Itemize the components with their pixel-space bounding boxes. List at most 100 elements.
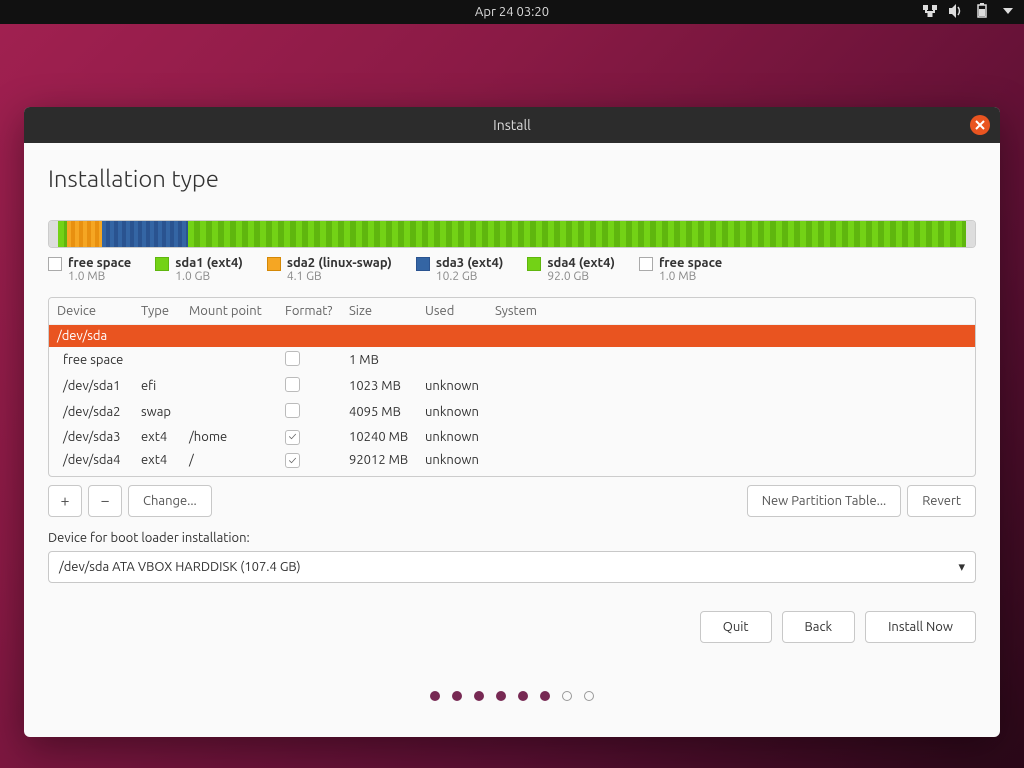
cell-system bbox=[487, 425, 975, 449]
legend-item: sda2 (linux-swap)4.1 GB bbox=[267, 256, 392, 283]
remove-partition-button[interactable]: − bbox=[88, 485, 122, 517]
legend-item: sda4 (ext4)92.0 GB bbox=[527, 256, 615, 283]
progress-dot bbox=[584, 691, 594, 701]
cell-mount bbox=[181, 472, 277, 476]
title-bar[interactable]: Install bbox=[24, 107, 1000, 143]
cell-used: unknown bbox=[417, 425, 487, 449]
progress-dot bbox=[518, 691, 528, 701]
cell-system bbox=[487, 373, 975, 399]
cell-format bbox=[277, 399, 341, 425]
cell-type bbox=[133, 325, 181, 348]
back-button[interactable]: Back bbox=[782, 611, 856, 643]
page-heading: Installation type bbox=[48, 165, 976, 192]
progress-dot bbox=[562, 691, 572, 701]
revert-button[interactable]: Revert bbox=[907, 485, 976, 517]
col-system[interactable]: System bbox=[487, 298, 975, 325]
cell-mount bbox=[181, 399, 277, 425]
legend-swatch bbox=[639, 257, 653, 271]
col-format[interactable]: Format? bbox=[277, 298, 341, 325]
format-checkbox[interactable] bbox=[285, 351, 300, 366]
col-used[interactable]: Used bbox=[417, 298, 487, 325]
progress-dot bbox=[496, 691, 506, 701]
progress-dot bbox=[452, 691, 462, 701]
partition-row[interactable]: free space 1 MB bbox=[49, 472, 975, 476]
partition-segment[interactable] bbox=[67, 221, 102, 247]
battery-icon[interactable] bbox=[974, 3, 990, 22]
format-checkbox[interactable] bbox=[285, 430, 300, 445]
legend-swatch bbox=[155, 257, 169, 271]
partition-row[interactable]: /dev/sda2 swap 4095 MB unknown bbox=[49, 399, 975, 425]
cell-system bbox=[487, 472, 975, 476]
progress-dots bbox=[48, 691, 976, 719]
col-size[interactable]: Size bbox=[341, 298, 417, 325]
quit-button[interactable]: Quit bbox=[700, 611, 772, 643]
cell-size: 1023 MB bbox=[341, 373, 417, 399]
cell-used bbox=[417, 325, 487, 348]
cell-used: unknown bbox=[417, 449, 487, 473]
network-icon[interactable] bbox=[922, 3, 938, 22]
col-device[interactable]: Device bbox=[49, 298, 133, 325]
format-checkbox[interactable] bbox=[285, 453, 300, 468]
cell-device: /dev/sda2 bbox=[49, 399, 133, 425]
cell-type: ext4 bbox=[133, 425, 181, 449]
cell-device: free space bbox=[49, 472, 133, 476]
chevron-down-icon[interactable] bbox=[1000, 3, 1016, 22]
format-checkbox[interactable] bbox=[285, 377, 300, 392]
cell-format bbox=[277, 373, 341, 399]
progress-dot bbox=[474, 691, 484, 701]
partition-segment[interactable] bbox=[966, 221, 975, 247]
cell-type bbox=[133, 472, 181, 476]
partition-table: Device Type Mount point Format? Size Use… bbox=[48, 297, 976, 477]
window-title: Install bbox=[493, 117, 531, 133]
legend-text: sda1 (ext4)1.0 GB bbox=[175, 256, 243, 283]
partition-bar[interactable] bbox=[48, 220, 976, 248]
cell-device: /dev/sda4 bbox=[49, 449, 133, 473]
cell-size: 1 MB bbox=[341, 347, 417, 373]
new-partition-table-button[interactable]: New Partition Table... bbox=[747, 485, 902, 517]
cell-used bbox=[417, 347, 487, 373]
install-button[interactable]: Install Now bbox=[865, 611, 976, 643]
system-tray bbox=[922, 0, 1016, 24]
legend-text: sda2 (linux-swap)4.1 GB bbox=[287, 256, 392, 283]
cell-type: efi bbox=[133, 373, 181, 399]
cell-mount: /home bbox=[181, 425, 277, 449]
partition-segment[interactable] bbox=[188, 221, 966, 247]
partition-row[interactable]: /dev/sda bbox=[49, 325, 975, 348]
cell-used bbox=[417, 472, 487, 476]
legend-swatch bbox=[48, 257, 62, 271]
cell-system bbox=[487, 449, 975, 473]
col-mount[interactable]: Mount point bbox=[181, 298, 277, 325]
legend-text: sda3 (ext4)10.2 GB bbox=[436, 256, 504, 283]
cell-format bbox=[277, 347, 341, 373]
add-partition-button[interactable]: + bbox=[48, 485, 82, 517]
progress-dot bbox=[430, 691, 440, 701]
cell-size: 4095 MB bbox=[341, 399, 417, 425]
window-content: Installation type free space1.0 MB sda1 … bbox=[24, 143, 1000, 737]
partition-toolbar: + − Change... New Partition Table... Rev… bbox=[48, 485, 976, 517]
legend-item: free space1.0 MB bbox=[639, 256, 722, 283]
partition-row[interactable]: /dev/sda3 ext4 /home 10240 MB unknown bbox=[49, 425, 975, 449]
legend-item: sda1 (ext4)1.0 GB bbox=[155, 256, 243, 283]
partition-segment[interactable] bbox=[58, 221, 67, 247]
partition-row[interactable]: /dev/sda1 efi 1023 MB unknown bbox=[49, 373, 975, 399]
partition-segment[interactable] bbox=[49, 221, 58, 247]
close-button[interactable] bbox=[970, 115, 990, 135]
cell-format bbox=[277, 472, 341, 476]
cell-mount bbox=[181, 347, 277, 373]
bootloader-device-dropdown[interactable]: /dev/sda ATA VBOX HARDDISK (107.4 GB) ▾ bbox=[48, 551, 976, 583]
col-type[interactable]: Type bbox=[133, 298, 181, 325]
cell-mount bbox=[181, 325, 277, 348]
legend-swatch bbox=[416, 257, 430, 271]
format-checkbox[interactable] bbox=[285, 403, 300, 418]
volume-icon[interactable] bbox=[948, 3, 964, 22]
partition-row[interactable]: free space 1 MB bbox=[49, 347, 975, 373]
cell-system bbox=[487, 399, 975, 425]
cell-size: 10240 MB bbox=[341, 425, 417, 449]
change-partition-button[interactable]: Change... bbox=[128, 485, 212, 517]
cell-type: swap bbox=[133, 399, 181, 425]
partition-segment[interactable] bbox=[102, 221, 189, 247]
partition-row[interactable]: /dev/sda4 ext4 / 92012 MB unknown bbox=[49, 449, 975, 473]
cell-format bbox=[277, 449, 341, 473]
progress-dot bbox=[540, 691, 550, 701]
desktop-background: Install Installation type free space1.0 … bbox=[0, 24, 1024, 768]
